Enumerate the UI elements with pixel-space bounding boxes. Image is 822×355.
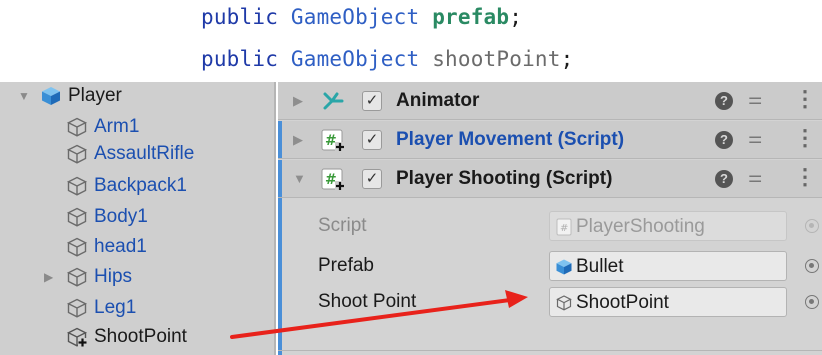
kebab-menu-icon[interactable]: ⋮ [794,125,816,151]
hierarchy-item-label: Arm1 [94,116,140,137]
code-line-shootpoint: public GameObject shootPoint; [201,47,573,71]
hierarchy-item-label: Leg1 [94,297,137,318]
hierarchy-panel: ▼ Player Arm1 AssaultRifle Backpack1 Bod… [0,82,276,355]
svg-text:#: # [325,172,337,188]
hierarchy-item-label: ShootPoint [94,326,187,347]
script-field: # PlayerShooting [549,211,787,241]
help-icon[interactable]: ? [715,131,733,149]
preset-sliders-icon[interactable]: ⚌ [748,128,762,148]
hierarchy-item-assaultrifle[interactable]: AssaultRifle [0,140,276,168]
animator-icon [323,92,344,110]
hierarchy-item-body1[interactable]: Body1 [0,203,276,231]
component-header-animator[interactable]: ▶ ✓ Animator ? ⚌ ⋮ [278,82,822,120]
object-picker-icon[interactable] [805,259,819,273]
hierarchy-item-label: head1 [94,236,147,257]
prefab-cube-icon [556,259,572,275]
code-line-prefab: public GameObject prefab; [201,5,522,29]
kebab-menu-icon[interactable]: ⋮ [794,164,816,190]
help-icon[interactable]: ? [715,170,733,188]
section-divider [278,350,822,351]
hierarchy-item-player[interactable]: ▼ Player [0,82,276,110]
preset-sliders-icon[interactable]: ⚌ [748,167,762,187]
enable-checkbox[interactable]: ✓ [362,91,382,111]
hierarchy-item-label: AssaultRifle [94,143,195,164]
help-icon[interactable]: ? [715,92,733,110]
field-label: Prefab [318,255,374,276]
gameobject-cube-icon [66,267,88,287]
component-header-player-shooting[interactable]: ▼ # ✓ Player Shooting (Script) ? ⚌ ⋮ [278,160,822,198]
kebab-menu-icon[interactable]: ⋮ [794,86,816,112]
field-value: Bullet [576,256,624,277]
field-value: ShootPoint [576,292,669,313]
gameobject-cube-icon [66,298,88,318]
hierarchy-item-label: Backpack1 [94,175,187,196]
collapsed-arrow-icon[interactable]: ▶ [293,132,303,148]
expanded-arrow-icon[interactable]: ▼ [293,171,306,186]
gameobject-cube-icon [66,176,88,196]
hierarchy-item-label: Player [68,85,122,106]
field-label: Script [318,215,367,236]
csharp-script-icon: # [321,168,345,191]
component-title: Animator [396,89,480,111]
gameobject-cube-icon [556,295,572,311]
field-row-shoot-point: Shoot Point ShootPoint [278,284,822,320]
hierarchy-item-leg1[interactable]: Leg1 [0,294,276,322]
component-header-player-movement[interactable]: ▶ # ✓ Player Movement (Script) ? ⚌ ⋮ [278,121,822,159]
preset-sliders-icon[interactable]: ⚌ [748,89,762,109]
code-type: GameObject [290,47,420,71]
field-value: PlayerShooting [576,216,705,237]
object-picker-icon [805,219,819,233]
hierarchy-item-arm1[interactable]: Arm1 [0,113,276,141]
code-identifier: shootPoint [432,47,561,71]
code-semicolon: ; [509,5,523,29]
object-picker-icon[interactable] [805,295,819,309]
enable-checkbox[interactable]: ✓ [362,130,382,150]
prefab-field[interactable]: Bullet [549,251,787,281]
component-title: Player Movement (Script) [396,128,625,150]
field-row-script: Script # PlayerShooting [278,208,822,244]
component-title: Player Shooting (Script) [396,167,613,189]
prefab-cube-icon [42,87,60,105]
gameobject-cube-icon [66,144,88,164]
hierarchy-item-label: Hips [94,266,133,287]
hierarchy-item-backpack1[interactable]: Backpack1 [0,172,276,200]
field-row-prefab: Prefab Bullet [278,248,822,284]
expanded-arrow-icon[interactable]: ▼ [18,89,30,103]
svg-text:#: # [325,133,337,149]
script-file-icon: # [556,218,572,236]
gameobject-cube-icon [66,117,88,137]
code-snippet: public GameObject prefab; public GameObj… [0,0,822,82]
collapsed-arrow-icon[interactable]: ▶ [293,93,303,109]
enable-checkbox[interactable]: ✓ [362,169,382,189]
code-type: GameObject [290,5,420,29]
code-identifier: prefab [432,5,510,29]
hierarchy-item-head1[interactable]: head1 [0,233,276,261]
hierarchy-item-shootpoint[interactable]: ShootPoint [0,323,276,351]
shoot-point-field[interactable]: ShootPoint [549,287,787,317]
svg-text:#: # [560,223,568,234]
component-fields: Script # PlayerShooting Prefab Bullet Sh… [278,198,822,355]
inspector-panel: ▶ ✓ Animator ? ⚌ ⋮ ▶ # ✓ Player Movement… [278,82,822,355]
gameobject-added-icon [66,327,88,347]
gameobject-cube-icon [66,237,88,257]
csharp-script-icon: # [321,129,345,152]
hierarchy-item-label: Body1 [94,206,148,227]
code-semicolon: ; [560,47,574,71]
code-keyword: public [201,47,279,71]
gameobject-cube-icon [66,207,88,227]
field-label: Shoot Point [318,291,417,312]
collapsed-arrow-icon[interactable]: ▶ [44,270,53,284]
hierarchy-item-hips[interactable]: ▶ Hips [0,263,276,291]
code-keyword: public [201,5,279,29]
